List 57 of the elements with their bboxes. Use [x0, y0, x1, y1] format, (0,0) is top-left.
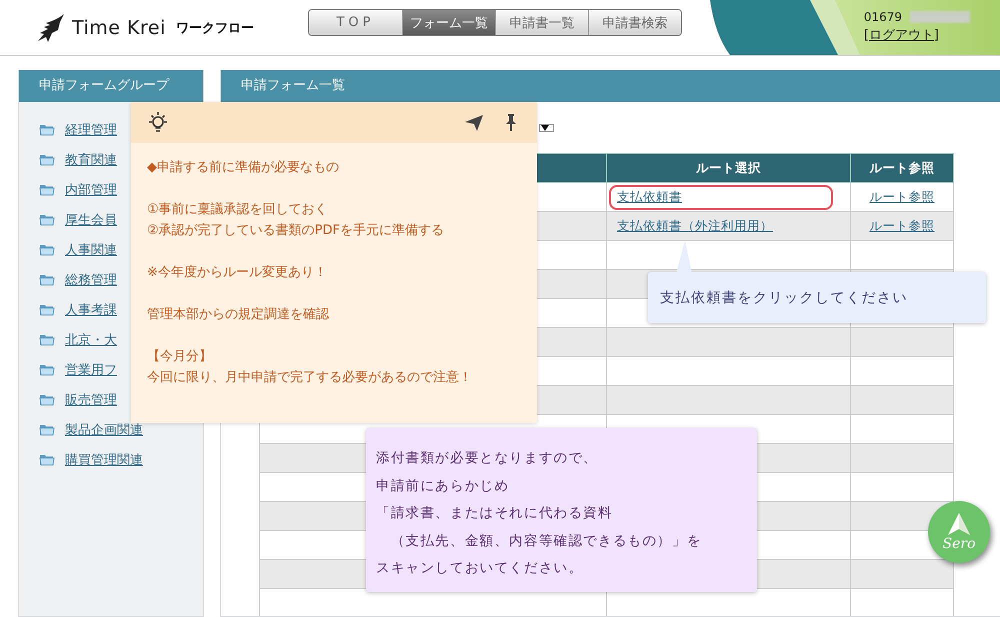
dropdown[interactable] [539, 124, 554, 132]
arrow-icon [948, 512, 970, 534]
logo-text: Time Krei [72, 16, 166, 38]
note-text: 今回に限り、月中申請で完了する必要があるので注意！ [147, 369, 472, 387]
route-link[interactable]: 支払依頼書 [617, 188, 682, 206]
nav-tab[interactable]: フォーム一覧 [402, 10, 495, 35]
attachment-hint-text: 申請前にあらかじめ [376, 476, 510, 496]
note-text: 管理本部からの規定調達を確認 [147, 306, 329, 324]
form-group-link[interactable]: 人事考課 [65, 300, 117, 318]
attachment-hint-text: スキャンしておいてください。 [376, 559, 584, 578]
note-text: ※今年度からルール変更あり！ [147, 264, 327, 282]
note-text: ①事前に稟議承認を回しておく [147, 201, 328, 219]
folder-icon [39, 153, 55, 166]
pin-icon[interactable] [505, 114, 517, 131]
hint-tooltip: 支払依頼書をクリックしてください [648, 272, 986, 323]
dropdown-arrow-icon [541, 125, 549, 131]
folder-icon [39, 453, 55, 466]
logo-subtitle: ワークフロー [176, 20, 254, 36]
note-text: ◆申請する前に準備が必要なもの [147, 159, 339, 177]
folder-icon [39, 183, 55, 196]
note-text: ②承認が完了している書類のPDFを手元に準備する [147, 222, 444, 240]
folder-icon [39, 273, 55, 286]
send-icon[interactable] [465, 114, 483, 130]
form-group-link[interactable]: 厚生会員 [65, 210, 117, 228]
form-group-link[interactable]: 購買管理関連 [65, 450, 143, 468]
form-group-link[interactable]: 経理管理 [65, 120, 117, 138]
folder-icon [39, 303, 55, 316]
nav-tab[interactable]: TOP [309, 10, 402, 35]
note-text: 【今月分】 [147, 348, 212, 366]
tooltip-pointer [676, 240, 692, 274]
sidebar-title: 申請フォームグループ [19, 70, 203, 102]
attachment-hint-text: 「請求書、またはそれに代わる資料 [376, 504, 613, 523]
folder-icon [39, 213, 55, 226]
blurred-name [910, 11, 970, 23]
folder-icon [39, 123, 55, 136]
attachment-hint-text: 添付書類が必要となりますので、 [376, 449, 598, 468]
form-group-link[interactable]: 総務管理 [65, 270, 117, 288]
folder-icon [39, 393, 55, 406]
folder-icon [39, 333, 55, 346]
form-group-link[interactable]: 製品企画関連 [65, 420, 143, 438]
folder-icon [39, 243, 55, 256]
form-group-link[interactable]: 人事関連 [65, 240, 117, 258]
nav-tab[interactable]: 申請書一覧 [495, 10, 588, 35]
folder-icon [39, 423, 55, 436]
form-group-link[interactable]: 教育関連 [65, 150, 117, 168]
form-group-link[interactable]: 内部管理 [65, 180, 117, 198]
form-group-link[interactable]: 営業用フ [65, 360, 117, 378]
column-header: ルート選択 [606, 154, 850, 182]
folder-icon [39, 363, 55, 376]
user-id: 01679 [864, 10, 902, 24]
logout-link[interactable]: [ログアウト] [864, 26, 939, 44]
attachment-hint-text: （支払先、金額、内容等確認できるもの）」を [390, 532, 702, 550]
form-group-link[interactable]: 販売管理 [65, 390, 117, 408]
column-header: ルート参照 [850, 154, 954, 182]
form-group-link[interactable]: 北京・大 [65, 330, 117, 348]
panel-title: 申請フォーム一覧 [221, 70, 1000, 102]
nav-tab[interactable]: 申請書検索 [588, 10, 681, 35]
